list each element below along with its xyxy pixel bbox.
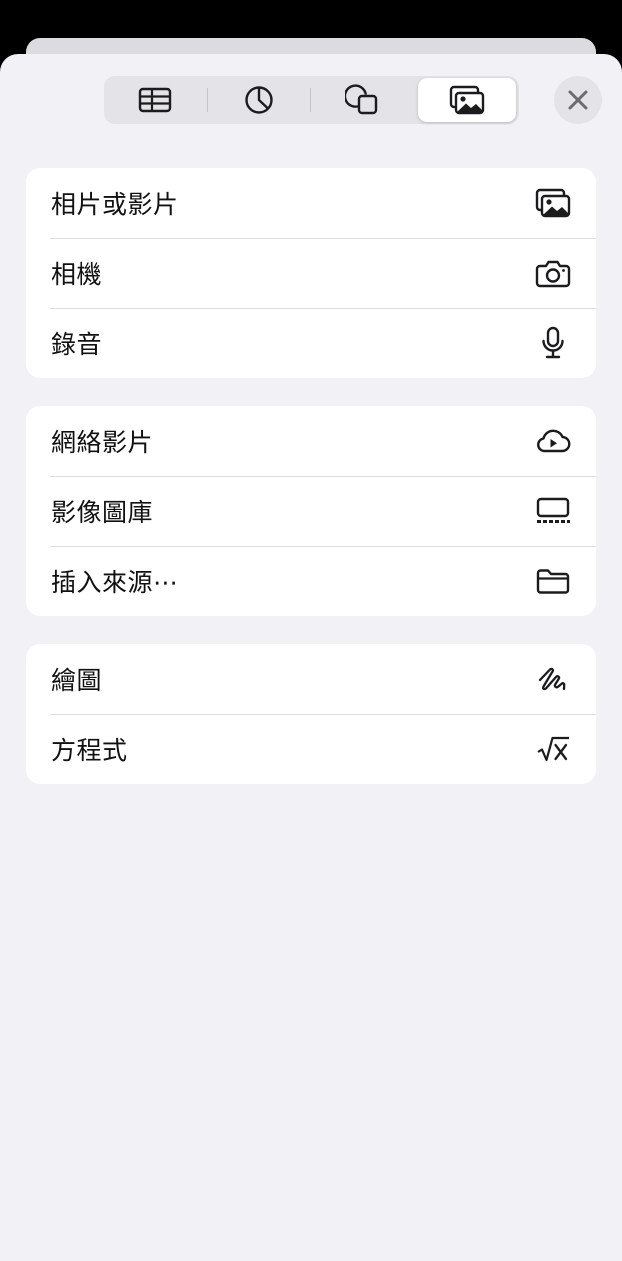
image-gallery-label: 影像圖庫	[51, 498, 154, 527]
insert-from-item[interactable]: 插入來源⋯	[26, 546, 596, 616]
image-gallery-icon	[534, 492, 572, 530]
chart-icon	[245, 86, 273, 114]
drawing-icon	[534, 660, 572, 698]
web-video-item[interactable]: 網絡影片	[26, 406, 596, 476]
web-video-label: 網絡影片	[51, 428, 154, 457]
shapes-icon	[345, 84, 378, 115]
insert-from-label: 插入來源⋯	[51, 568, 179, 597]
tab-shapes[interactable]	[313, 78, 411, 122]
record-audio-label: 錄音	[51, 330, 103, 359]
media-source-group: 相片或影片 相機 錄音	[26, 168, 596, 378]
photos-or-videos-item[interactable]: 相片或影片	[26, 168, 596, 238]
camera-item[interactable]: 相機	[26, 238, 596, 308]
photo-library-icon	[534, 184, 572, 222]
tab-media[interactable]	[418, 78, 516, 122]
tab-chart[interactable]	[210, 78, 308, 122]
equation-icon	[534, 730, 572, 768]
table-icon	[138, 87, 172, 113]
drawing-label: 繪圖	[51, 666, 103, 695]
microphone-icon	[534, 324, 572, 362]
web-source-group: 網絡影片 影像圖庫 插入來源⋯	[26, 406, 596, 616]
camera-icon	[534, 254, 572, 292]
image-gallery-item[interactable]: 影像圖庫	[26, 476, 596, 546]
close-button[interactable]	[554, 76, 602, 124]
close-icon	[568, 90, 588, 110]
insert-type-segmented-control	[104, 76, 519, 124]
tab-table[interactable]	[106, 78, 204, 122]
media-icon	[449, 85, 485, 115]
drawing-item[interactable]: 繪圖	[26, 644, 596, 714]
record-audio-item[interactable]: 錄音	[26, 308, 596, 378]
folder-icon	[534, 562, 572, 600]
camera-label: 相機	[51, 260, 103, 289]
cloud-play-icon	[534, 422, 572, 460]
segment-divider	[207, 88, 208, 112]
insert-sheet: 相片或影片 相機 錄音 網絡影片 影像圖庫 插入來源⋯ 繪圖 方程式	[0, 54, 622, 1261]
drawing-group: 繪圖 方程式	[26, 644, 596, 784]
photos-or-videos-label: 相片或影片	[51, 190, 179, 219]
equation-label: 方程式	[51, 736, 128, 765]
segment-divider	[310, 88, 311, 112]
equation-item[interactable]: 方程式	[26, 714, 596, 784]
